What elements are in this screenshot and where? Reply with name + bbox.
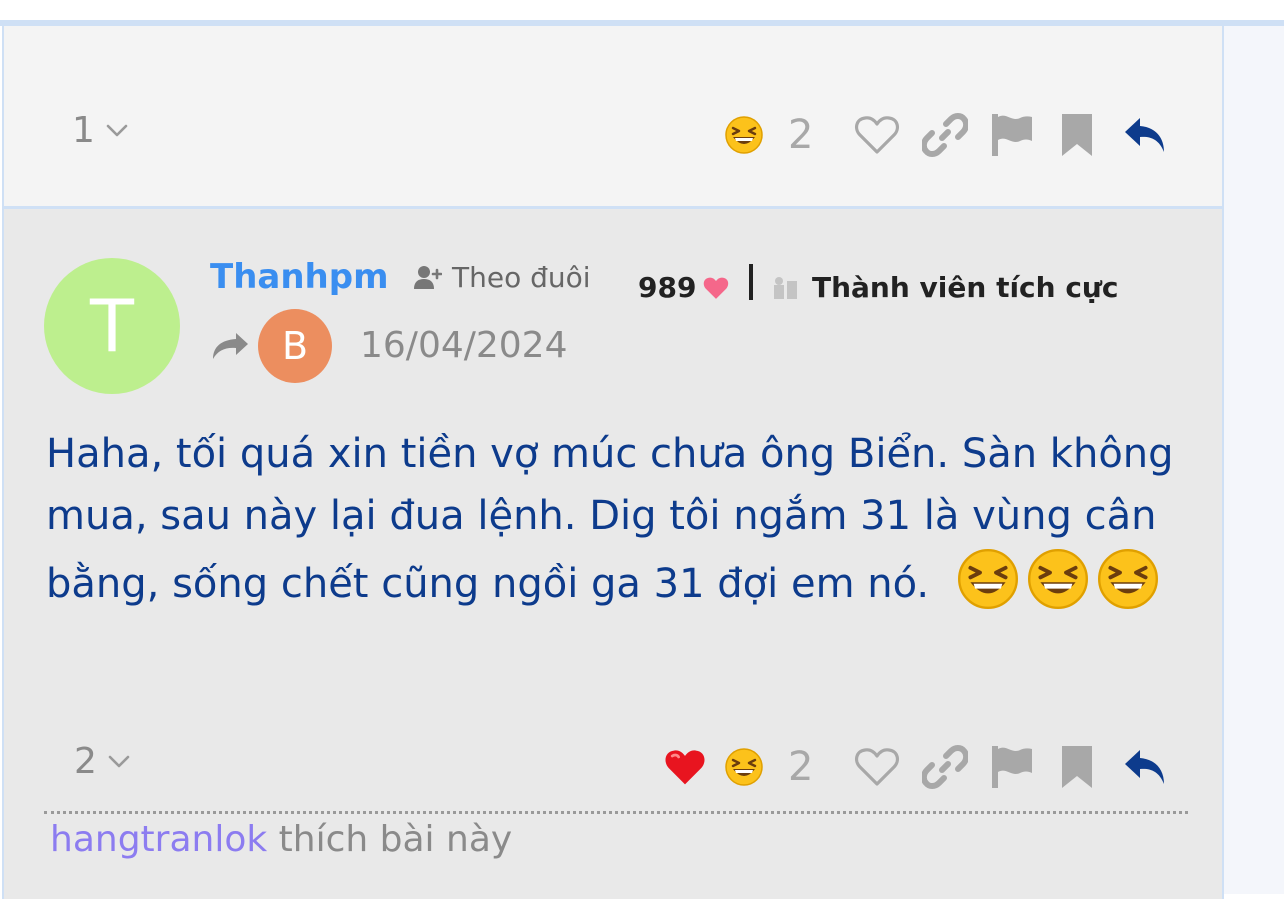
author-username[interactable]: Thanhpm: [210, 257, 389, 297]
chevron-down-icon: [108, 755, 130, 767]
heart-outline-icon[interactable]: [854, 114, 900, 156]
add-user-icon: [414, 265, 442, 289]
post-actions: 2: [664, 744, 1168, 790]
post-actions: 2: [724, 112, 1168, 158]
follow-label: Theo đuôi: [452, 261, 591, 294]
replies-toggle[interactable]: 2: [74, 741, 131, 782]
grinning-squinting-face-icon[interactable]: [724, 115, 764, 155]
reply-to-avatar[interactable]: B: [258, 309, 332, 383]
liked-by-suffix: thích bài này: [267, 819, 513, 860]
grinning-squinting-face-icon: [1026, 547, 1090, 611]
divider: [749, 264, 753, 300]
author-avatar[interactable]: T: [44, 258, 180, 394]
post-content: Haha, tối quá xin tiền vợ múc chưa ông B…: [46, 423, 1196, 615]
reply-to-arrow-icon: [213, 333, 248, 359]
grinning-squinting-face-icon: [956, 547, 1020, 611]
post-2: T Thanhpm Theo đuôi 989 Thành viên tích …: [2, 209, 1224, 899]
flag-icon[interactable]: [990, 744, 1034, 790]
grinning-squinting-face-icon: [1096, 547, 1160, 611]
follow-button[interactable]: Theo đuôi: [414, 261, 591, 294]
reply-count: 1: [72, 110, 95, 151]
grinning-squinting-face-icon[interactable]: [724, 747, 764, 787]
top-strip: [0, 0, 1284, 22]
reply-count: 2: [74, 741, 97, 782]
chevron-down-icon: [106, 124, 128, 136]
replies-toggle[interactable]: 1: [72, 110, 129, 151]
red-heart-icon[interactable]: [664, 747, 706, 787]
liked-by: hangtranlok thích bài này: [50, 819, 512, 860]
reaction-count[interactable]: 2: [788, 744, 828, 790]
bookmark-icon[interactable]: [1060, 112, 1094, 158]
rank-badge-icon: [774, 276, 797, 299]
reaction-count[interactable]: 2: [788, 112, 828, 158]
heart-icon: [704, 277, 729, 299]
avatar-initial: T: [90, 284, 134, 368]
member-rank: Thành viên tích cực: [772, 271, 1118, 304]
reply-arrow-icon[interactable]: [1122, 114, 1168, 156]
liked-by-user[interactable]: hangtranlok: [50, 819, 267, 860]
flag-icon[interactable]: [990, 112, 1034, 158]
likes-received: 989: [638, 271, 730, 304]
reply-to-initial: B: [281, 324, 309, 368]
bookmark-icon[interactable]: [1060, 744, 1094, 790]
reply-arrow-icon[interactable]: [1122, 746, 1168, 788]
member-rank-label: Thành viên tích cực: [812, 271, 1119, 304]
heart-outline-icon[interactable]: [854, 746, 900, 788]
link-icon[interactable]: [922, 744, 968, 790]
right-pane: [1224, 26, 1284, 894]
likes-received-count: 989: [638, 271, 697, 304]
post-date[interactable]: 16/04/2024: [360, 325, 568, 366]
post-1: 1 2: [2, 26, 1224, 209]
dotted-divider: [44, 811, 1188, 814]
link-icon[interactable]: [922, 112, 968, 158]
